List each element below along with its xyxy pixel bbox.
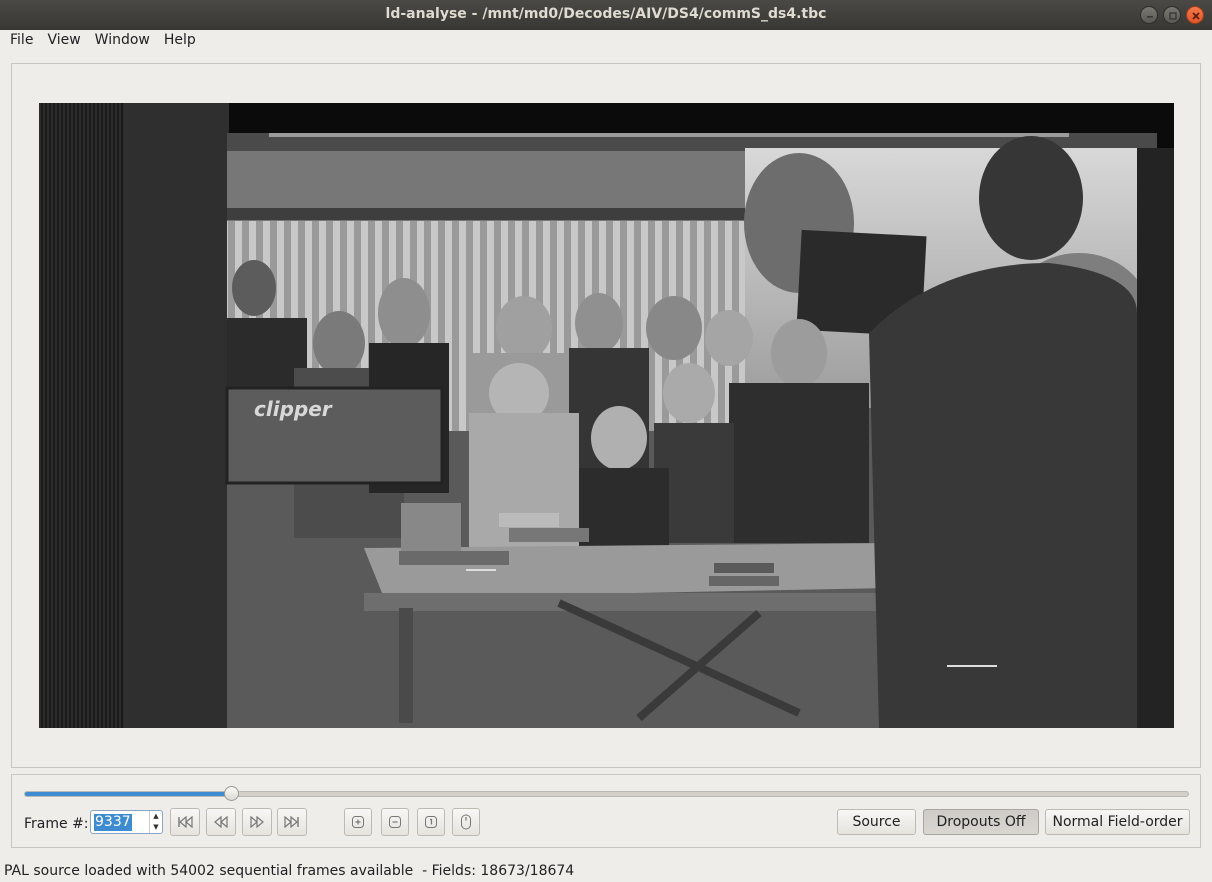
spin-up-icon[interactable]: ▲ — [150, 811, 162, 822]
frame-number-value[interactable]: 9337 — [94, 814, 132, 831]
menu-help[interactable]: Help — [157, 30, 203, 52]
zoom-out-icon — [389, 816, 401, 828]
zoom-out-button[interactable] — [381, 808, 409, 836]
previous-frame-button[interactable] — [206, 808, 236, 836]
menu-window[interactable]: Window — [88, 30, 157, 52]
spinbox-arrows: ▲ ▼ — [149, 811, 162, 833]
minimize-icon — [1147, 16, 1153, 18]
status-bar-text: PAL source loaded with 54002 sequential … — [4, 863, 575, 879]
menu-bar: File View Window Help — [0, 30, 1212, 52]
mouse-mode-button[interactable] — [452, 808, 480, 836]
first-frame-icon — [178, 816, 193, 828]
frame-slider-progress — [25, 792, 231, 796]
video-frame-image: clipper — [39, 103, 1174, 728]
window-title: ld-analyse - /mnt/md0/Decodes/AIV/DS4/co… — [385, 6, 827, 22]
frame-number-spinbox[interactable]: 9337 ▲ ▼ — [90, 810, 163, 834]
maximize-button[interactable] — [1163, 6, 1181, 24]
maximize-icon — [1169, 12, 1177, 20]
menu-file[interactable]: File — [3, 30, 40, 52]
zoom-in-button[interactable] — [344, 808, 372, 836]
video-panel: clipper — [11, 63, 1201, 768]
frame-slider-handle[interactable] — [223, 786, 239, 801]
svg-text:clipper: clipper — [254, 397, 333, 421]
close-button[interactable] — [1186, 6, 1204, 24]
last-frame-icon — [284, 816, 299, 828]
previous-frame-icon — [214, 816, 228, 828]
zoom-original-icon — [425, 816, 437, 828]
video-frame[interactable]: clipper — [39, 103, 1174, 728]
first-frame-button[interactable] — [170, 808, 200, 836]
last-frame-button[interactable] — [277, 808, 307, 836]
dropouts-toggle-button[interactable]: Dropouts Off — [923, 809, 1039, 835]
title-bar: ld-analyse - /mnt/md0/Decodes/AIV/DS4/co… — [0, 0, 1212, 30]
controls-panel: Frame #: 9337 ▲ ▼ Source Dropouts Off No… — [11, 774, 1201, 848]
zoom-in-icon — [352, 816, 364, 828]
field-order-button[interactable]: Normal Field-order — [1045, 809, 1190, 835]
spin-down-icon[interactable]: ▼ — [150, 822, 162, 833]
close-icon — [1192, 12, 1200, 20]
zoom-original-button[interactable] — [417, 808, 445, 836]
minimize-button[interactable] — [1140, 6, 1158, 24]
menu-view[interactable]: View — [40, 30, 87, 52]
mouse-icon — [461, 814, 471, 830]
next-frame-icon — [250, 816, 264, 828]
source-button[interactable]: Source — [837, 809, 916, 835]
window-controls — [1140, 6, 1204, 24]
frame-number-label: Frame #: — [24, 816, 89, 832]
frame-slider[interactable] — [24, 786, 1189, 801]
next-frame-button[interactable] — [242, 808, 272, 836]
